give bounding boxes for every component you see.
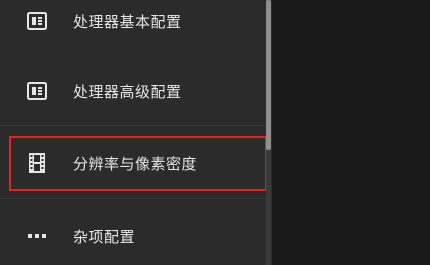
more-dots-icon: [25, 224, 49, 248]
menu-item-cpu-advanced[interactable]: 处理器高级配置: [0, 66, 266, 116]
chip-icon: [25, 79, 49, 103]
menu-divider: [0, 198, 266, 199]
chip-icon: [25, 9, 49, 33]
menu-scrollbar[interactable]: [266, 0, 271, 265]
menu-item-label: 处理器基本配置: [73, 12, 182, 31]
menu-item-misc[interactable]: 杂项配置: [0, 211, 266, 261]
highlight-annotation-box: [9, 136, 267, 191]
menu-item-label: 处理器高级配置: [73, 82, 182, 101]
menu-item-cpu-basic[interactable]: 处理器基本配置: [0, 0, 266, 46]
content-pane: [272, 0, 430, 265]
scrollbar-thumb[interactable]: [266, 0, 271, 150]
menu-divider: [0, 125, 266, 126]
settings-menu-panel: 处理器基本配置 处理器高级配置 分辨率与像素密度 杂项配置: [0, 0, 272, 265]
menu-item-label: 杂项配置: [73, 227, 136, 246]
